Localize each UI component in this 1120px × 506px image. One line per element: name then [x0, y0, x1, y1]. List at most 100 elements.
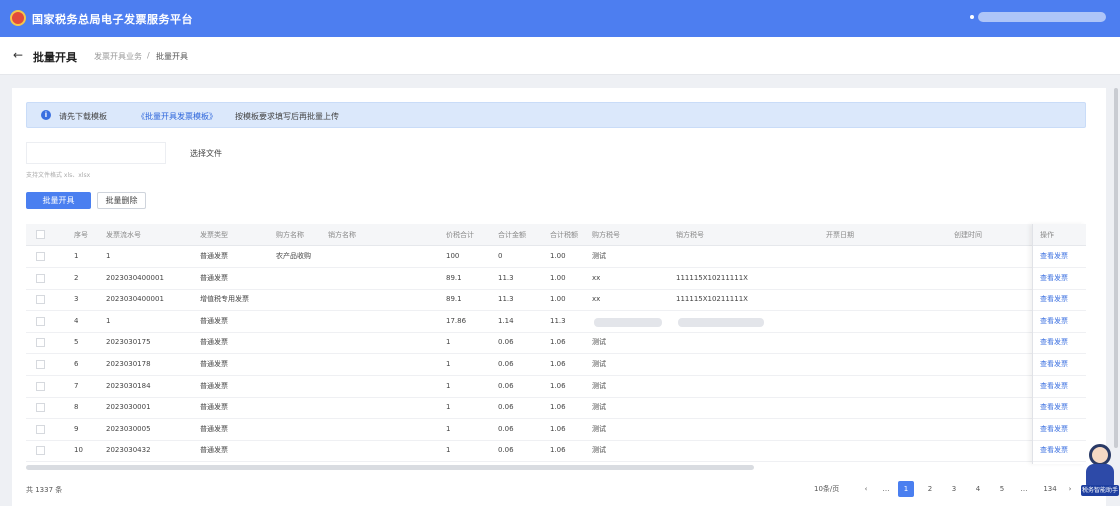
file-upload-field[interactable]	[26, 142, 166, 164]
template-download-link[interactable]: 《批量开具发票模板》	[137, 111, 217, 122]
table-row[interactable]: 6 2023030178 普通发票 1 0.06 1.06 测试 查看发票	[26, 354, 1086, 376]
table-cell: 1	[74, 252, 79, 260]
user-info-menu[interactable]	[978, 12, 1106, 22]
table-row[interactable]: 10 2023030432 普通发票 1 0.06 1.06 测试 查看发票	[26, 440, 1086, 463]
row-checkbox[interactable]	[36, 446, 45, 456]
table-row[interactable]: 7 2023030184 普通发票 1 0.06 1.06 测试 查看发票	[26, 376, 1086, 398]
col-header: 发票流水号	[106, 231, 141, 239]
next-page-button[interactable]: ›	[1062, 481, 1078, 497]
table-cell: 普通发票	[200, 273, 228, 282]
table-cell: 2023030432	[106, 446, 151, 455]
table-cell: 1.00	[550, 273, 566, 282]
table-row[interactable]: 8 2023030001 普通发票 1 0.06 1.06 测试 查看发票	[26, 397, 1086, 420]
col-header: 合计金额	[498, 231, 526, 239]
table-row[interactable]: 3 2023030400001 增值税专用发票 89.1 11.3 1.00 xx 11111…	[26, 289, 1086, 312]
assistant-label: 税务智能助手	[1081, 485, 1119, 496]
batch-delete-button[interactable]: 批量删除	[97, 192, 146, 209]
table-cell: 0.06	[498, 360, 514, 368]
table-cell: 5	[74, 338, 79, 347]
table-cell: 89.1	[446, 295, 462, 304]
col-header: 购方名称	[276, 231, 304, 239]
table-cell: 9	[74, 424, 79, 433]
table-cell: 1	[106, 316, 111, 325]
page-size-select[interactable]: 10条/页	[814, 484, 839, 494]
table-cell: 普通发票	[200, 252, 228, 260]
table-cell: 0.06	[498, 381, 514, 390]
row-checkbox[interactable]	[36, 252, 45, 261]
table-cell: 测试	[592, 403, 606, 412]
table-cell: 89.1	[446, 273, 462, 282]
row-checkbox[interactable]	[36, 360, 45, 369]
invoice-table: 序号 发票流水号 发票类型 购方名称 销方名称 价税合计 合计金额 合计税额 购…	[26, 224, 1086, 464]
table-cell: 0.06	[498, 424, 514, 433]
table-cell: 8	[74, 403, 79, 412]
table-cell: 4	[74, 316, 79, 325]
table-cell: 2023030005	[106, 424, 151, 433]
upload-hint: 支持文件格式 xls、xlsx	[26, 172, 91, 179]
table-cell: 0.06	[498, 338, 514, 347]
table-cell: 2023030184	[106, 381, 151, 390]
col-header: 销方税号	[676, 231, 704, 239]
app-title: 国家税务总局电子发票服务平台	[32, 13, 193, 26]
page-number-last[interactable]: 134	[1040, 481, 1060, 497]
table-cell: 2	[74, 273, 79, 282]
row-checkbox[interactable]	[36, 273, 45, 283]
page-number[interactable]: 3	[946, 481, 962, 497]
table-cell: 普通发票	[200, 316, 228, 325]
row-checkbox[interactable]	[36, 424, 45, 434]
notice-text: 请先下载模板	[59, 112, 107, 121]
select-file-button[interactable]: 选择文件	[190, 148, 222, 159]
page-number[interactable]: 5	[994, 481, 1010, 497]
table-cell: 1.00	[550, 252, 566, 260]
select-all-checkbox[interactable]	[36, 230, 45, 239]
back-arrow-icon[interactable]: ←	[13, 48, 23, 62]
table-cell: 1.06	[550, 381, 566, 390]
prev-page-button[interactable]: ‹	[858, 481, 874, 497]
fixed-operation-column	[1032, 224, 1086, 464]
table-cell: 1	[446, 403, 451, 412]
table-cell: 111115X10211111X	[676, 273, 748, 282]
breadcrumb-separator: /	[147, 51, 150, 60]
col-header: 序号	[74, 231, 88, 239]
page-number[interactable]: 2	[922, 481, 938, 497]
row-checkbox[interactable]	[36, 295, 45, 305]
redacted-buyer-id	[594, 317, 662, 327]
row-checkbox[interactable]	[36, 403, 45, 413]
table-row[interactable]: 1 1 普通发票 农产品收购 100 0 1.00 测试 查看发票	[26, 246, 1086, 268]
top-bar: 国家税务总局电子发票服务平台	[0, 0, 1120, 37]
horizontal-scrollbar[interactable]	[26, 465, 754, 470]
mascot-avatar-icon	[1089, 444, 1111, 466]
row-checkbox[interactable]	[36, 338, 45, 348]
page-number-current[interactable]: 1	[898, 481, 914, 497]
table-cell: 2023030178	[106, 360, 151, 368]
batch-issue-button[interactable]: 批量开具	[26, 192, 91, 209]
table-cell: 1	[446, 360, 451, 368]
table-cell: xx	[592, 295, 601, 304]
vertical-scrollbar[interactable]	[1114, 88, 1118, 448]
table-row[interactable]: 2 2023030400001 普通发票 89.1 11.3 1.00 xx 111115X1…	[26, 268, 1086, 290]
table-header: 序号 发票流水号 发票类型 购方名称 销方名称 价税合计 合计金额 合计税额 购…	[26, 224, 1086, 246]
table-cell: 测试	[592, 252, 606, 260]
table-cell: 测试	[592, 338, 606, 347]
table-cell: 1	[446, 446, 451, 455]
table-cell: 0.06	[498, 446, 514, 455]
table-row[interactable]: 4 1 普通发票 17.86 1.14 11.3 查看发票	[26, 311, 1086, 333]
user-status-icon	[970, 15, 974, 19]
breadcrumb-parent[interactable]: 发票开具业务	[94, 51, 142, 62]
notice-banner: i 请先下载模板 《批量开具发票模板》 按模板要求填写后再批量上传	[26, 102, 1086, 128]
assistant-mascot[interactable]: 税务智能助手	[1080, 440, 1120, 500]
row-checkbox[interactable]	[36, 316, 45, 326]
table-row[interactable]: 5 2023030175 普通发票 1 0.06 1.06 测试 查看发票	[26, 332, 1086, 355]
col-header: 开票日期	[826, 231, 854, 239]
page-number[interactable]: 4	[970, 481, 986, 497]
table-cell: 0.06	[498, 403, 514, 412]
row-checkbox[interactable]	[36, 381, 45, 391]
table-cell: 11.3	[498, 295, 514, 304]
breadcrumb-current: 批量开具	[156, 52, 188, 61]
table-cell: 2023030001	[106, 403, 151, 412]
table-row[interactable]: 9 2023030005 普通发票 1 0.06 1.06 测试 查看发票	[26, 419, 1086, 441]
table-cell: 普通发票	[200, 403, 228, 412]
page-ellipsis: …	[1020, 485, 1028, 493]
table-cell: 测试	[592, 446, 606, 455]
table-cell: 普通发票	[200, 424, 228, 433]
